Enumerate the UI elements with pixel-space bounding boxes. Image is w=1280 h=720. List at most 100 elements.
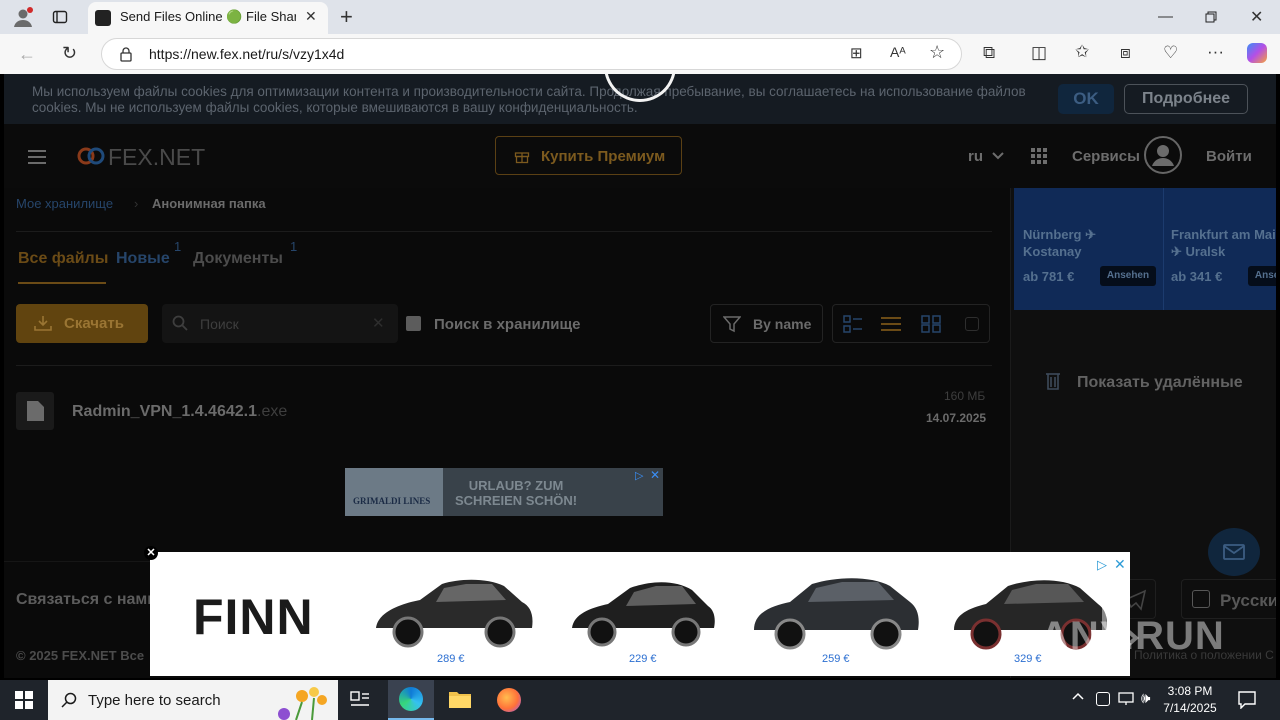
list-view-icon[interactable] (881, 316, 901, 332)
buy-premium-button[interactable]: Купить Премиум (495, 136, 682, 175)
tab-actions-icon[interactable] (52, 9, 68, 25)
tab-close-icon[interactable]: ✕ (305, 8, 317, 25)
download-label: Скачать (64, 315, 124, 332)
car-price-1[interactable]: 289 € (437, 653, 465, 665)
notifications-icon[interactable] (1238, 691, 1256, 709)
taskbar-search-box[interactable]: Type here to search (48, 680, 338, 720)
security-tray-icon[interactable] (1096, 692, 1110, 706)
user-avatar-icon[interactable] (1144, 136, 1182, 174)
promo-price-2: ab 341 € (1171, 269, 1223, 284)
read-aloud-icon[interactable]: Aᴬ (890, 44, 906, 60)
volume-icon[interactable]: 🕪 (1141, 690, 1150, 707)
restore-icon[interactable] (1205, 11, 1217, 23)
promo-route-1: Nürnberg ✈ Kostanay (1023, 227, 1097, 259)
hamburger-menu-icon[interactable] (28, 150, 46, 164)
file-explorer-icon[interactable] (448, 689, 472, 709)
firefox-icon[interactable] (497, 688, 521, 712)
refresh-icon[interactable]: ↻ (62, 43, 77, 64)
car-price-2[interactable]: 229 € (629, 653, 657, 665)
trash-icon[interactable] (1045, 371, 1063, 391)
new-tab-icon[interactable]: + (340, 4, 353, 30)
close-window-icon[interactable]: ✕ (1250, 7, 1263, 27)
app-available-icon[interactable]: ⊞ (850, 44, 863, 62)
profile-icon[interactable] (12, 6, 34, 28)
clear-search-icon[interactable]: ✕ (372, 314, 385, 332)
edge-taskbar-icon[interactable] (388, 680, 434, 720)
minimize-icon[interactable]: — (1158, 8, 1173, 25)
buy-premium-label: Купить Премиум (541, 148, 666, 165)
breadcrumb-root[interactable]: Мое хранилище (16, 196, 113, 211)
promo-cta-2[interactable]: Ansehen (1248, 266, 1276, 286)
lock-icon[interactable] (119, 46, 133, 62)
tray-chevron-up-icon[interactable] (1072, 691, 1084, 701)
mail-icon[interactable] (1208, 528, 1260, 576)
task-view-icon[interactable] (350, 691, 370, 709)
services-menu[interactable]: Сервисы (1072, 148, 1140, 165)
file-name[interactable]: Radmin_VPN_1.4.4642.1.exe (72, 403, 287, 421)
active-tab-underline (18, 282, 106, 284)
ad-banner-small[interactable]: GRIMALDI LINES URLAUB? ZUM SCHREIEN SCHÖN… (345, 468, 663, 516)
chevron-down-icon[interactable] (992, 152, 1004, 160)
site-logo-text[interactable]: FEX.NET (108, 144, 205, 171)
language-selector[interactable]: ru (968, 148, 983, 165)
ad-close-icon[interactable]: ✕ (1114, 556, 1126, 573)
url-text[interactable]: https://new.fex.net/ru/s/vzy1x4d (149, 46, 344, 62)
adchoices-icon[interactable]: ▷ (635, 469, 643, 482)
promo-route-2: Frankfurt am Main ✈ Uralsk (1171, 227, 1276, 259)
promo-cta-1[interactable]: Ansehen (1100, 266, 1156, 286)
ad-dismiss-icon[interactable]: ✕ (144, 546, 158, 560)
tab-title: Send Files Online 🟢 File Sharing (120, 9, 296, 24)
footer-language-button[interactable]: Русский (1181, 579, 1276, 619)
services-grid-icon[interactable] (1031, 148, 1047, 164)
sort-button[interactable]: By name (710, 304, 823, 343)
tab-documents[interactable]: Документы (193, 250, 283, 268)
favorite-star-icon[interactable]: ☆ (929, 42, 945, 63)
network-icon[interactable] (1118, 692, 1134, 706)
detail-view-icon[interactable] (843, 315, 863, 333)
browser-essentials-icon[interactable]: ♡ (1163, 43, 1178, 63)
grid-view-icon[interactable] (921, 315, 941, 333)
tab-new-count: 1 (174, 239, 182, 254)
windows-start-icon[interactable] (15, 691, 33, 709)
login-link[interactable]: Войти (1206, 148, 1252, 165)
fex-logo-icon[interactable] (76, 144, 106, 168)
edge-logo-icon (399, 687, 423, 711)
breadcrumb-divider (16, 231, 992, 232)
extensions-icon[interactable]: ⧉ (983, 43, 995, 63)
ad-small-line2: SCHREIEN SCHÖN! (455, 493, 578, 508)
ad-close-icon[interactable]: ✕ (650, 468, 660, 482)
car-price-3[interactable]: 259 € (822, 653, 850, 665)
flight-promo-ad[interactable]: Nürnberg ✈ Kostanay ab 781 € Ansehen Fra… (1014, 188, 1276, 310)
search-input[interactable]: Поиск ✕ (162, 304, 398, 343)
collections-icon[interactable]: ⧈ (1120, 43, 1131, 63)
taskbar-time: 3:08 PM (1167, 684, 1213, 698)
split-screen-icon[interactable]: ◫ (1031, 43, 1047, 63)
adchoices-icon[interactable]: ▷ (1097, 557, 1107, 573)
car-price-4[interactable]: 329 € (1014, 653, 1042, 665)
more-menu-icon[interactable]: ··· (1207, 42, 1224, 62)
ad-banner-finn[interactable]: FINN 289 € 229 € 259 € 329 € ▷ ✕ (150, 552, 1130, 676)
favorites-icon[interactable]: ✩ (1075, 42, 1089, 62)
taskbar-clock[interactable]: 3:08 PM 7/14/2025 (1160, 683, 1220, 717)
copilot-icon[interactable] (1247, 43, 1267, 63)
back-icon[interactable]: ← (18, 44, 36, 65)
show-deleted-link[interactable]: Показать удалённые (1077, 374, 1243, 392)
promo-price-1: ab 781 € (1023, 269, 1075, 284)
storage-search-checkbox[interactable] (406, 316, 421, 331)
footer-contact[interactable]: Связаться с нами (16, 591, 157, 609)
download-button[interactable]: Скачать (16, 304, 148, 343)
select-all-icon[interactable] (965, 317, 979, 331)
car-image-3 (750, 570, 922, 650)
taskbar-date: 7/14/2025 (1163, 701, 1217, 715)
footer-language-label: Русский (1220, 591, 1276, 610)
cookie-more-button[interactable]: Подробнее (1124, 84, 1248, 114)
cookie-ok-button[interactable]: OK (1058, 84, 1114, 114)
footer-copyright: © 2025 FEX.NET Все (16, 648, 145, 663)
download-icon (34, 315, 52, 331)
view-mode-group (832, 304, 990, 343)
tab-all-files[interactable]: Все файлы (18, 250, 108, 268)
tab-new[interactable]: Новые (116, 250, 170, 268)
search-icon (172, 315, 188, 331)
anyrun-watermark: ANY.RUN (1040, 614, 1225, 658)
file-icon[interactable] (16, 392, 54, 430)
